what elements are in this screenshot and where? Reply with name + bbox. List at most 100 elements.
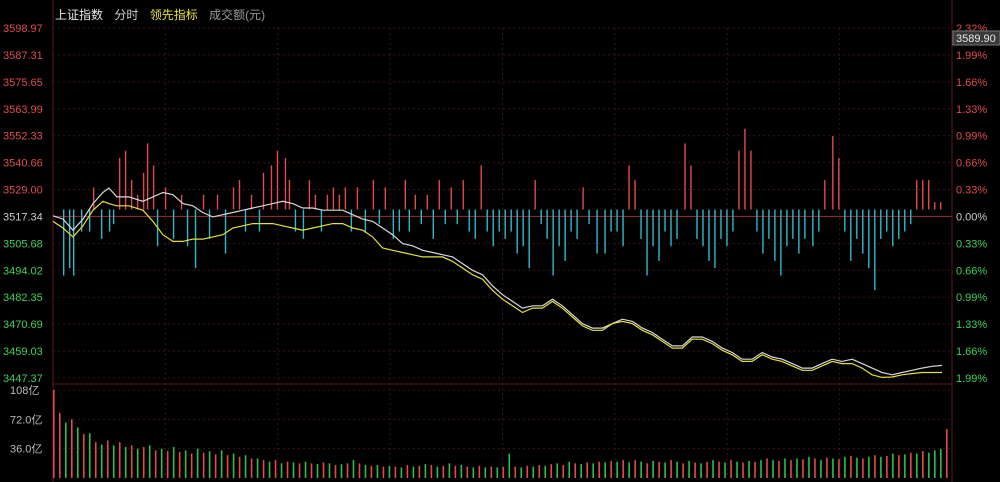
strength-bar-down — [868, 209, 870, 269]
turnover-bar — [340, 464, 343, 478]
turnover-bar — [634, 460, 636, 478]
turnover-bar — [688, 460, 690, 478]
turnover-bar — [370, 465, 373, 478]
turnover-bar — [274, 460, 277, 478]
turnover-bar — [640, 461, 642, 478]
turnover-bar — [742, 462, 744, 478]
right-percent-axis: 2.32%1.99%1.66%1.33%0.99%0.66%0.33%0.00%… — [956, 23, 987, 385]
turnover-bar — [700, 463, 702, 478]
strength-bar-down — [850, 209, 852, 261]
turnover-bar — [136, 448, 139, 478]
strength-bar-down — [72, 209, 75, 276]
strength-bar-down — [420, 209, 422, 225]
turnover-bar — [532, 466, 535, 478]
strength-bar-up — [582, 187, 584, 210]
turnover-bar — [70, 419, 73, 478]
turnover-tick-label: 36.0亿 — [10, 443, 42, 456]
turnover-bar — [298, 463, 301, 478]
strength-bar-up — [130, 180, 133, 210]
strength-bar-down — [818, 209, 820, 232]
turnover-bar — [430, 464, 433, 478]
strength-bar-up — [426, 194, 428, 210]
turnover-bar — [934, 450, 936, 478]
turnover-bar — [388, 465, 391, 478]
turnover-bar — [478, 465, 481, 478]
strength-bar-up — [928, 180, 930, 210]
turnover-bar — [94, 442, 97, 478]
strength-bar-down — [364, 209, 367, 232]
strength-bar-down — [558, 209, 560, 247]
strength-bar-up — [480, 165, 482, 210]
strength-bar-down — [812, 209, 814, 247]
strength-bar-down — [856, 209, 858, 239]
strength-bar-down — [552, 209, 554, 276]
turnover-bar — [154, 450, 157, 478]
turnover-bar — [484, 467, 487, 478]
turnover-tick-label: 108亿 — [10, 384, 39, 397]
left-price-axis: 3598.97 3587.31 3575.65 3563.99 3552.33 3540.… — [3, 23, 43, 385]
left-tick-label: 3563.99 — [3, 104, 43, 116]
turnover-bar — [562, 464, 565, 478]
strength-bar-down — [874, 209, 876, 291]
strength-bar-down — [762, 209, 764, 254]
turnover-bar — [766, 458, 768, 478]
turnover-bar — [862, 458, 864, 478]
strength-bar-down — [546, 209, 548, 239]
turnover-bar — [838, 459, 840, 478]
turnover-bar — [790, 460, 792, 478]
turnover-bar — [874, 455, 876, 478]
turnover-bar — [82, 434, 85, 478]
turnover-bar — [574, 463, 577, 478]
strength-bar-down — [804, 209, 806, 239]
turnover-bar — [148, 445, 151, 478]
turnover-bar — [268, 461, 271, 478]
turnover-bar — [202, 452, 205, 478]
turnover-bar — [580, 464, 583, 478]
turnover-bar — [118, 442, 121, 478]
turnover-bar — [220, 450, 223, 478]
strength-bar-down — [100, 209, 103, 239]
turnover-bar — [772, 460, 774, 478]
strength-bar-up — [824, 180, 826, 210]
turnover-bar — [706, 461, 708, 478]
strength-bar-down — [528, 209, 530, 269]
turnover-bar — [286, 461, 289, 478]
turnover-bar — [802, 459, 804, 478]
strength-bar-up — [270, 165, 273, 210]
strength-bar-down — [398, 209, 401, 232]
strength-bar-up — [308, 180, 311, 210]
turnover-bar — [184, 450, 187, 478]
turnover-bar — [628, 462, 630, 478]
strength-bar-down — [596, 209, 598, 254]
strength-bar-down — [658, 209, 660, 261]
turnover-bar — [808, 456, 810, 478]
strength-bar-down — [610, 209, 612, 232]
strength-bar-down — [320, 209, 323, 232]
turnover-bar — [304, 461, 307, 478]
turnover-bar — [754, 461, 756, 478]
strength-bar-down — [570, 209, 572, 232]
turnover-bar — [112, 445, 115, 478]
turnover-bar — [292, 462, 295, 478]
turnover-bar — [898, 455, 900, 478]
turnover-bar — [53, 390, 55, 478]
strength-bar-down — [492, 209, 494, 247]
strength-bar-up — [738, 150, 740, 210]
turnover-bar — [760, 460, 762, 478]
turnover-bar — [310, 463, 313, 478]
strength-bar-down — [456, 209, 458, 225]
turnover-bar — [76, 427, 79, 478]
strength-bar-down — [622, 209, 624, 247]
right-tick-label: 0.66% — [956, 158, 987, 170]
right-tick-label: 0.99% — [956, 292, 987, 304]
strength-bar-up — [164, 187, 167, 210]
turnover-bar — [928, 452, 930, 478]
strength-bar-up — [326, 194, 329, 210]
strength-bar-down — [910, 209, 912, 225]
strength-bar-down — [504, 209, 506, 239]
turnover-bar — [586, 462, 589, 478]
strength-bar-down — [408, 209, 411, 232]
strength-bar-down — [378, 209, 381, 225]
strength-bar-up — [344, 187, 347, 210]
strength-bar-up — [838, 158, 840, 210]
